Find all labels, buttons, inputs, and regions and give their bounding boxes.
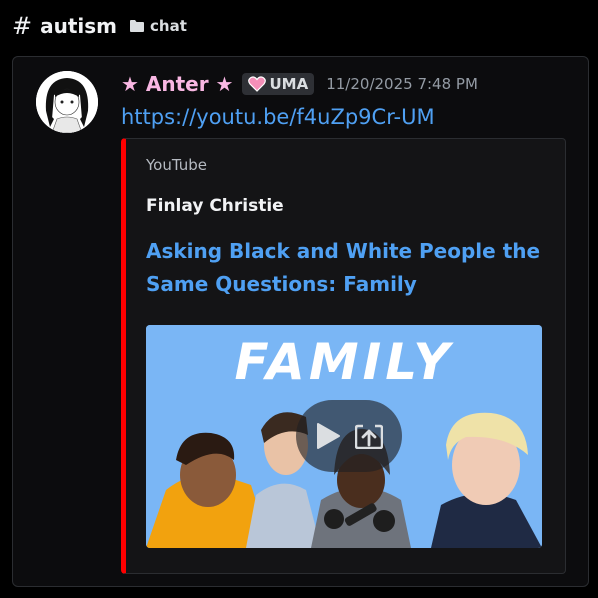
embed-author[interactable]: Finlay Christie <box>146 196 284 216</box>
open-external-button[interactable] <box>355 423 383 449</box>
thumbnail-title: FAMILY <box>234 333 454 391</box>
embed-title[interactable]: Asking Black and White People the Same Q… <box>146 235 546 301</box>
tag-label: UMA <box>269 75 309 93</box>
video-thumbnail[interactable]: FAMILY <box>146 325 542 548</box>
avatar[interactable] <box>36 71 98 133</box>
folder-breadcrumb[interactable]: chat <box>129 17 187 35</box>
folder-icon <box>130 20 145 32</box>
play-button[interactable] <box>315 422 341 450</box>
message-header: ★ Anter ★ UMA 11/20/2025 7:48 PM <box>121 72 478 96</box>
heart-badge-icon <box>247 76 266 92</box>
play-icon <box>317 423 340 449</box>
guild-tag[interactable]: UMA <box>241 73 315 95</box>
hash-icon: # <box>12 12 33 40</box>
link-embed: YouTube Finlay Christie Asking Black and… <box>121 138 566 574</box>
embed-provider[interactable]: YouTube <box>146 156 207 174</box>
username[interactable]: ★ Anter ★ <box>121 72 234 96</box>
folder-label: chat <box>150 17 187 35</box>
channel-name[interactable]: autism <box>40 14 117 38</box>
timestamp[interactable]: 11/20/2025 7:48 PM <box>326 75 478 93</box>
video-controls <box>296 400 402 472</box>
avatar-image <box>36 71 98 133</box>
message-link[interactable]: https://youtu.be/f4uZp9Cr-UM <box>121 105 435 129</box>
open-external-icon <box>355 424 383 449</box>
message-card: ★ Anter ★ UMA 11/20/2025 7:48 PM https:/… <box>12 56 589 587</box>
channel-header: # autism chat <box>12 14 187 38</box>
